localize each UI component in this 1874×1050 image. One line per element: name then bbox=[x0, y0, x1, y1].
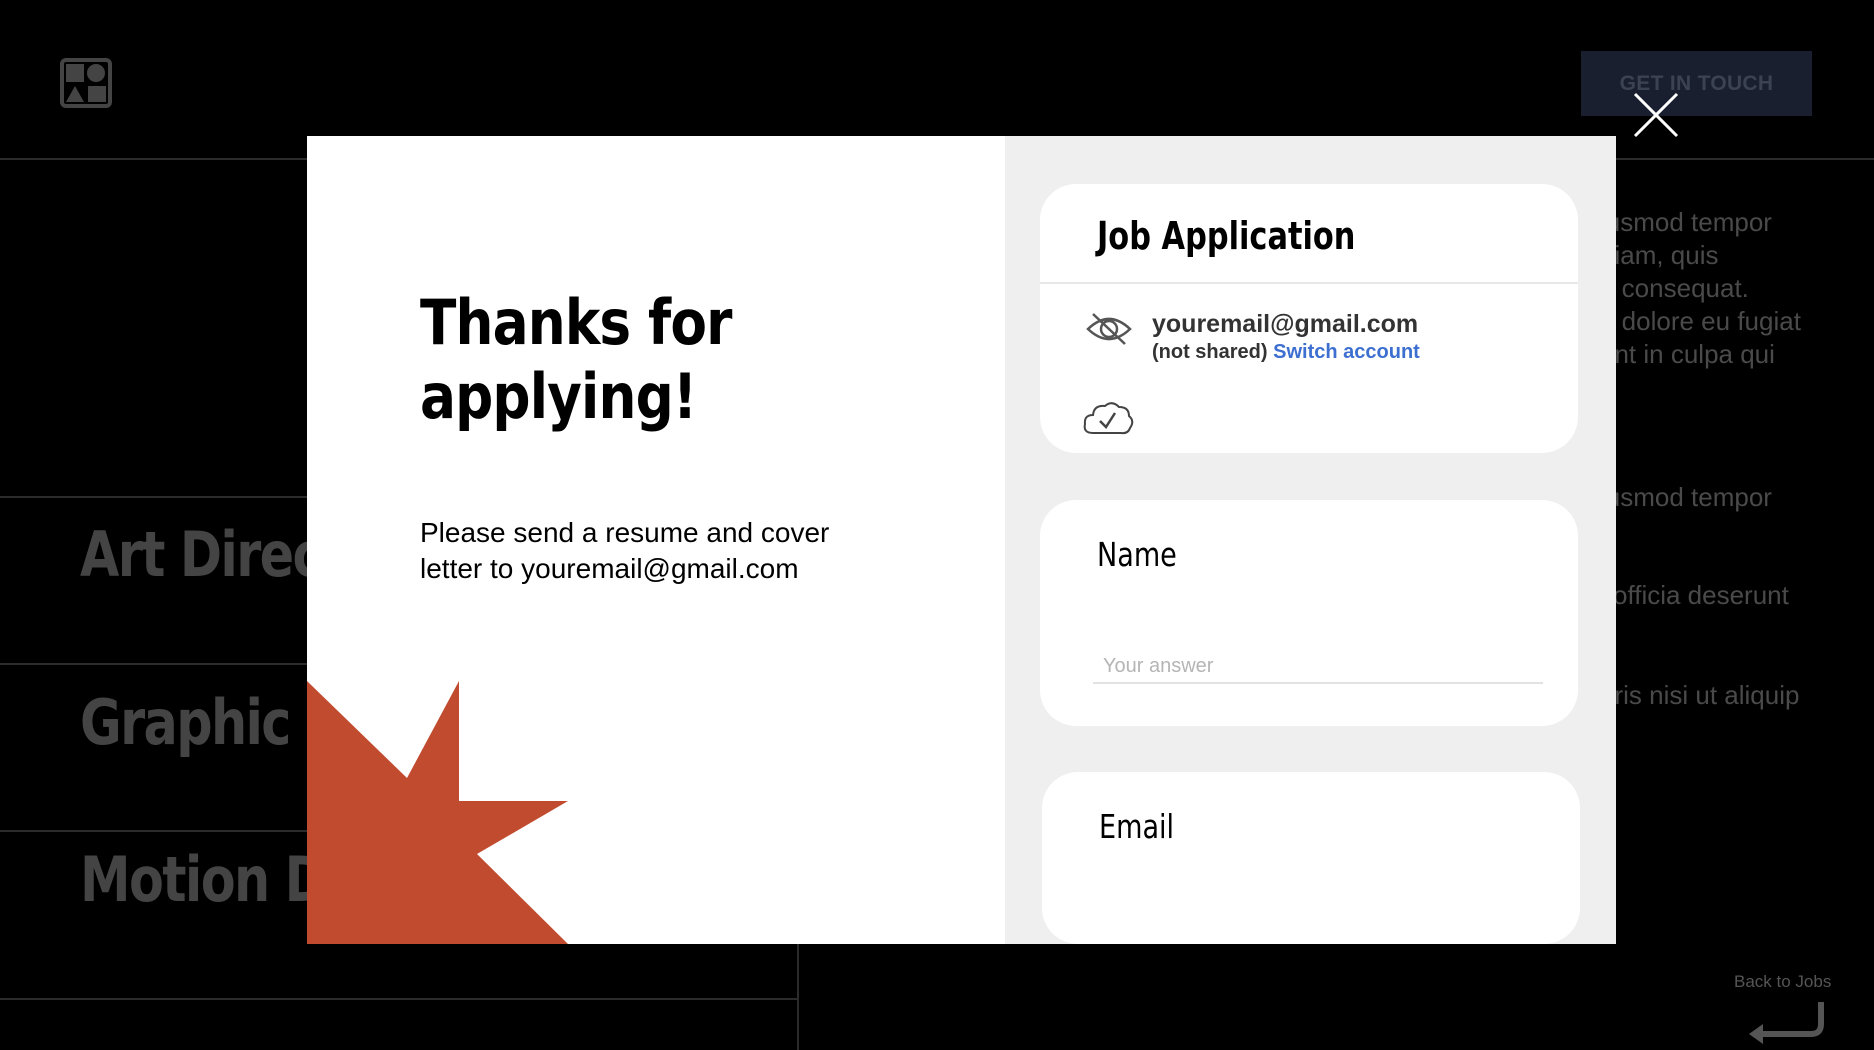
description-text: oris nisi ut aliquip bbox=[1600, 680, 1800, 710]
job-title-graphic-designer[interactable]: Graphic bbox=[80, 686, 291, 759]
divider bbox=[0, 663, 310, 665]
starburst-decoration bbox=[307, 681, 568, 944]
description-text: i officia deserunt bbox=[1600, 580, 1789, 610]
divider bbox=[0, 998, 798, 1000]
back-to-jobs-link[interactable]: Back to Jobs bbox=[1734, 972, 1831, 992]
question-label-email: Email bbox=[1099, 807, 1175, 846]
application-modal: Thanks for applying! Please send a resum… bbox=[307, 136, 1616, 944]
question-label-name: Name bbox=[1097, 535, 1177, 574]
thanks-message: Please send a resume and cover letter to… bbox=[420, 517, 830, 584]
thanks-panel: Thanks for applying! Please send a resum… bbox=[307, 136, 1005, 944]
description-text: unt in culpa qui bbox=[1600, 339, 1775, 369]
return-arrow-icon[interactable] bbox=[1745, 998, 1825, 1046]
description-text: n dolore eu fugiat bbox=[1600, 306, 1801, 336]
question-card-name: Name bbox=[1040, 500, 1578, 726]
divider bbox=[797, 944, 799, 1050]
get-in-touch-button[interactable]: GET IN TOUCH bbox=[1581, 51, 1812, 116]
question-card-email: Email bbox=[1042, 772, 1580, 944]
switch-account-link[interactable]: Switch account bbox=[1273, 341, 1420, 363]
account-note: (not shared) Switch account bbox=[1152, 341, 1420, 364]
description-text: o consequat. bbox=[1600, 273, 1749, 303]
thanks-heading-line: Thanks for bbox=[420, 286, 732, 359]
name-input[interactable] bbox=[1093, 650, 1543, 684]
cloud-check-icon bbox=[1083, 402, 1134, 435]
form-header: Job Application bbox=[1040, 184, 1578, 284]
eye-slash-icon bbox=[1086, 313, 1132, 345]
not-shared-label: (not shared) bbox=[1152, 341, 1268, 363]
description-text: niam, quis bbox=[1600, 240, 1719, 270]
thanks-heading: Thanks for applying! bbox=[420, 286, 732, 434]
job-title-motion-designer[interactable]: Motion D bbox=[80, 843, 327, 916]
account-email: youremail@gmail.com bbox=[1152, 310, 1419, 338]
divider bbox=[0, 830, 310, 832]
form-title: Job Application bbox=[1097, 214, 1356, 258]
grid-logo-icon[interactable] bbox=[60, 58, 112, 108]
divider bbox=[0, 496, 310, 498]
description-text: iusmod tempor bbox=[1600, 207, 1772, 237]
form-panel: Job Application youremail@gmail.com (not… bbox=[1005, 136, 1616, 944]
job-title-art-director[interactable]: Art Direc bbox=[80, 518, 323, 591]
form-header-card: Job Application youremail@gmail.com (not… bbox=[1040, 184, 1578, 453]
thanks-heading-line: applying! bbox=[420, 360, 697, 433]
close-icon[interactable] bbox=[1631, 90, 1681, 140]
description-text: iusmod tempor bbox=[1600, 482, 1772, 512]
